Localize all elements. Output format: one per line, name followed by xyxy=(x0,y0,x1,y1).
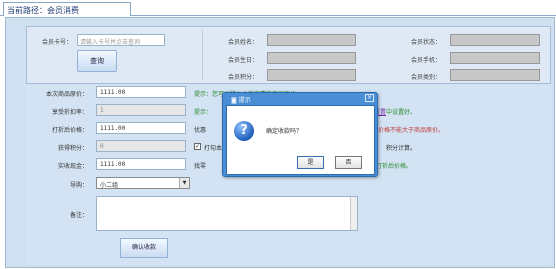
discount-label: 享受折扣率： xyxy=(51,109,88,116)
guide-label: 导购： xyxy=(69,182,88,189)
cash-received-input[interactable]: 1111.00 xyxy=(96,158,186,170)
card-number-label: 会员卡号： xyxy=(42,39,73,46)
member-name-label: 会员姓名： xyxy=(228,39,259,46)
close-icon[interactable]: × xyxy=(365,94,374,102)
member-type-label: 会员类别： xyxy=(411,74,442,81)
member-status-field xyxy=(450,34,540,46)
original-price-input[interactable]: 1111.00 xyxy=(96,86,186,98)
points-earned-label: 获得积分： xyxy=(57,145,88,152)
query-button[interactable]: 查询 xyxy=(77,50,117,72)
guide-select[interactable]: 小二组 ▼ xyxy=(96,177,190,189)
question-icon: ? xyxy=(234,121,254,141)
member-points-field xyxy=(267,69,356,81)
remark-scrollbar[interactable] xyxy=(350,197,357,230)
breadcrumb: 当前路径：会员消费 xyxy=(3,2,131,16)
yes-button[interactable]: 是 xyxy=(297,156,324,169)
tab-bar: 当前路径：会员消费 xyxy=(0,0,556,16)
member-search-panel: 会员卡号： 请输入卡号并点击查询 查询 会员姓名： 会员生日： 会员积分： 会员… xyxy=(26,26,551,84)
discounted-price-input[interactable]: 1111.00 xyxy=(96,122,186,134)
member-phone-field xyxy=(450,52,540,64)
dialog-title: ◙ 提示 xyxy=(231,97,251,104)
member-points-label: 会员积分： xyxy=(228,74,259,81)
member-phone-label: 会员手机： xyxy=(411,57,442,64)
points-earned-input: 0 xyxy=(96,140,186,152)
dialog-message: 确定收款吗？ xyxy=(266,128,303,135)
member-birthday-field xyxy=(267,52,356,64)
original-price-label: 本次商品原价： xyxy=(45,91,88,98)
card-number-input[interactable]: 请输入卡号并点击查询 xyxy=(77,34,165,46)
dialog-body: ? 确定收款吗？ 是 否 xyxy=(226,105,375,175)
discount-input: 1 xyxy=(96,104,186,116)
member-type-field xyxy=(450,69,540,81)
member-birthday-label: 会员生日： xyxy=(228,57,259,64)
confirm-dialog: ◙ 提示 × ? 确定收款吗？ 是 否 xyxy=(222,92,378,177)
cash-received-label: 实收现金： xyxy=(57,163,88,170)
discounted-price-label: 打折后价格： xyxy=(51,127,88,134)
member-name-field xyxy=(267,34,356,46)
confirm-payment-button[interactable]: 确认收款 xyxy=(120,238,168,258)
member-status-label: 会员状态： xyxy=(411,39,442,46)
no-button[interactable]: 否 xyxy=(335,156,362,169)
chevron-down-icon: ▼ xyxy=(179,178,189,188)
remark-textarea[interactable] xyxy=(96,196,358,231)
points-checkbox[interactable]: ✓ xyxy=(194,143,201,150)
guide-selected-value: 小二组 xyxy=(100,182,119,189)
remark-label: 备注： xyxy=(69,212,88,219)
divider xyxy=(202,30,203,80)
